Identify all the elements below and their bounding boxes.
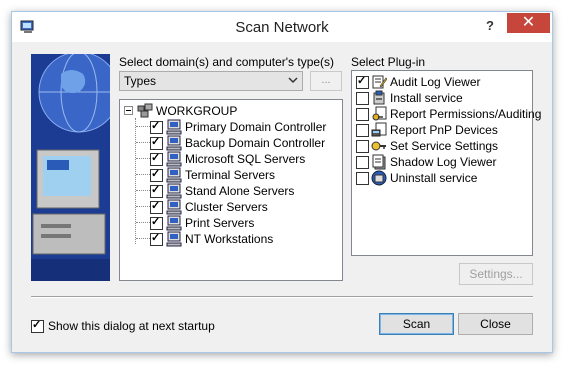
chevron-down-icon — [288, 77, 298, 84]
plugin-label-text: Uninstall service — [390, 171, 478, 185]
plugin-label-text: Report Permissions/Auditing — [390, 107, 542, 121]
help-button[interactable]: ? — [478, 16, 502, 36]
tree-item-label: Backup Domain Controller — [185, 136, 326, 150]
scan-network-dialog: Scan Network ? ✕ Select domain(s) and co… — [11, 11, 553, 353]
checkbox[interactable] — [356, 172, 369, 185]
device-report-icon — [371, 122, 387, 137]
plugin-label-text: Shadow Log Viewer — [390, 155, 497, 169]
tree-item-label: NT Workstations — [185, 232, 274, 246]
uninstall-icon — [371, 170, 387, 186]
tree-item-label: Stand Alone Servers — [185, 184, 295, 198]
tree-item-label: Microsoft SQL Servers — [185, 152, 306, 166]
scan-button[interactable]: Scan — [379, 313, 454, 335]
tree-branch — [136, 222, 150, 223]
window-title: Scan Network — [235, 19, 329, 36]
settings-button[interactable]: Settings... — [459, 263, 533, 285]
computer-icon — [166, 183, 182, 199]
checkbox[interactable] — [150, 231, 163, 246]
plugin-list[interactable]: Audit Log Viewer Install service Report … — [351, 70, 541, 256]
tree-item-label: Primary Domain Controller — [185, 120, 327, 134]
checkbox[interactable] — [150, 183, 163, 198]
tree-item-label: Cluster Servers — [185, 200, 268, 214]
types-combo[interactable]: Types — [119, 71, 303, 91]
checkbox[interactable] — [150, 199, 163, 214]
checkbox[interactable] — [356, 74, 369, 89]
shadow-log-icon — [372, 154, 386, 170]
checkbox[interactable] — [356, 156, 369, 169]
tree-item-label: Print Servers — [185, 216, 255, 230]
computer-icon — [166, 151, 182, 167]
notepad-pencil-icon — [372, 75, 387, 89]
tree-branch — [136, 238, 150, 239]
separator — [31, 296, 533, 298]
window-close-button[interactable]: ✕ — [507, 13, 550, 33]
title-bar: Scan Network ? ✕ — [12, 12, 552, 42]
plugin-label-text: Install service — [390, 91, 463, 105]
computer-icon — [166, 215, 182, 231]
checkbox[interactable] — [150, 119, 163, 134]
checkbox[interactable] — [356, 92, 369, 105]
checkbox[interactable] — [150, 135, 163, 150]
tree-branch — [136, 158, 150, 159]
computer-icon — [166, 135, 182, 151]
tree-branch — [136, 190, 150, 191]
service-key-icon — [371, 141, 386, 151]
workgroup-icon — [137, 103, 153, 118]
banner-image — [31, 54, 110, 281]
collapse-icon[interactable] — [124, 106, 133, 115]
checkbox[interactable] — [150, 151, 163, 166]
startup-checkbox[interactable] — [31, 318, 44, 333]
computer-icon — [166, 119, 182, 135]
checkbox[interactable] — [356, 140, 369, 153]
domain-tree[interactable]: WORKGROUP Primary Domain Controller Back… — [119, 99, 343, 281]
computer-icon — [166, 199, 182, 215]
browse-ellipsis-button[interactable]: ... — [310, 71, 342, 91]
tree-branch — [136, 206, 150, 207]
plugin-label-text: Report PnP Devices — [390, 123, 498, 137]
plugin-label-text: Set Service Settings — [390, 139, 499, 153]
tree-line — [135, 118, 136, 244]
domain-types-label: Select domain(s) and computer's type(s) — [119, 55, 335, 69]
startup-label: Show this dialog at next startup — [48, 319, 215, 333]
computer-icon — [166, 231, 182, 247]
close-button[interactable]: Close — [458, 313, 533, 335]
checkbox[interactable] — [150, 167, 163, 182]
tree-item-label: Terminal Servers — [185, 168, 276, 182]
plugin-label-text: Audit Log Viewer — [390, 75, 481, 89]
tree-root-label: WORKGROUP — [156, 104, 238, 118]
key-report-icon — [372, 106, 387, 121]
tree-branch — [136, 126, 150, 127]
checkbox[interactable] — [356, 108, 369, 121]
types-combo-value: Types — [124, 74, 157, 88]
tree-branch — [136, 142, 150, 143]
plugin-label: Select Plug-in — [351, 55, 426, 69]
tree-branch — [136, 174, 150, 175]
checkbox[interactable] — [356, 124, 369, 137]
install-box-icon — [373, 90, 385, 105]
checkbox[interactable] — [150, 215, 163, 230]
computer-icon — [166, 167, 182, 183]
